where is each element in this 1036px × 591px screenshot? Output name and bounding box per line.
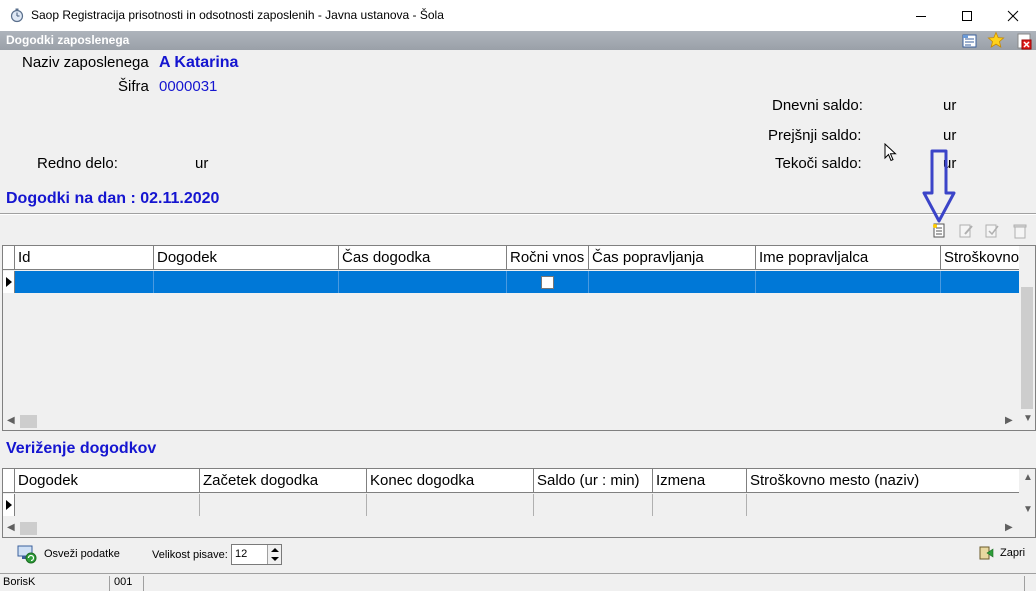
chain-vertical-scrollbar[interactable]: ▲ ▼ [1019,469,1035,519]
col-corrector-name[interactable]: Ime popravljalca [756,246,941,270]
status-code: 001 [111,576,144,591]
col-cost-center[interactable]: Stroškovno [941,246,1021,270]
daily-balance-unit: ur [943,97,957,114]
col-event-time[interactable]: Čas dogodka [339,246,507,270]
maximize-button[interactable] [944,0,990,31]
events-grid[interactable]: Id Dogodek Čas dogodka Ročni vnos Čas po… [2,245,1036,431]
app-icon [10,8,24,23]
col-manual-entry[interactable]: Ročni vnos [507,246,589,270]
minimize-icon [916,15,926,17]
col-event[interactable]: Dogodek [15,469,200,493]
window-title: Saop Registracija prisotnosti in odsotno… [31,8,444,22]
stepper-arrows-icon[interactable] [268,545,282,564]
regular-work-label: Redno delo: [37,155,118,172]
chain-grid-header: Dogodek Začetek dogodka Konec dogodka Sa… [3,469,1021,493]
col-end[interactable]: Konec dogodka [367,469,534,493]
row-indicator [3,494,15,516]
col-cost-center-name[interactable]: Stroškovno mesto (naziv) [747,469,1018,493]
close-button[interactable]: Zapri [978,545,1025,561]
previous-balance-label: Prejšnji saldo: [768,127,862,144]
delete-record-icon[interactable] [1011,222,1029,240]
col-start[interactable]: Začetek dogodka [200,469,367,493]
exit-door-icon [979,546,994,560]
manual-entry-checkbox[interactable] [541,275,554,289]
row-pointer-icon [5,500,12,510]
form-header: Dogodki zaposlenega [0,31,1036,50]
title-bar: Saop Registracija prisotnosti in odsotno… [0,0,1036,31]
close-window-button[interactable] [990,0,1036,31]
scroll-thumb[interactable] [20,522,37,535]
scroll-up-icon[interactable]: ▲ [1023,473,1033,483]
annotation-arrow-icon [922,149,956,223]
status-empty [145,576,1025,591]
scroll-thumb[interactable] [20,415,37,428]
favorite-star-icon[interactable] [987,31,1005,49]
divider [0,213,1036,215]
refresh-label: Osveži podatke [44,548,120,560]
minimize-button[interactable] [898,0,944,31]
col-event[interactable]: Dogodek [154,246,339,270]
font-size-stepper[interactable]: 12 [231,544,282,565]
regular-work-unit: ur [195,155,209,172]
scroll-left-icon[interactable]: ◀ [7,523,15,533]
employee-code-value: 0000031 [159,78,218,95]
events-vertical-scrollbar[interactable]: ▼ [1019,246,1035,430]
row-pointer-icon [5,277,12,287]
scroll-thumb[interactable] [1021,287,1033,409]
chain-section-title: Veriženje dogodkov [6,440,157,457]
col-balance[interactable]: Saldo (ur : min) [534,469,653,493]
chain-grid[interactable]: Dogodek Začetek dogodka Konec dogodka Sa… [2,468,1036,538]
scroll-right-icon[interactable]: ▶ [1005,523,1013,533]
chain-horizontal-scrollbar[interactable]: ◀ ▶ [3,520,1019,537]
status-bar: BorisK 001 [0,573,1036,591]
close-icon [1007,10,1019,21]
font-size-value[interactable]: 12 [235,548,247,560]
daily-balance-label: Dnevni saldo: [772,97,863,114]
scroll-left-icon[interactable]: ◀ [7,416,15,426]
employee-name-value: A Katarina [159,54,239,71]
current-balance-label: Tekoči saldo: [775,155,862,172]
status-user: BorisK [0,576,110,591]
employee-name-label: Naziv zaposlenega [22,54,149,71]
table-row[interactable] [3,271,1021,293]
confirm-record-icon[interactable] [983,222,1001,240]
events-section-title: Dogodki na dan : 02.11.2020 [6,190,220,207]
table-row[interactable] [3,494,1021,516]
refresh-icon [17,545,37,564]
employee-code-label: Šifra [118,78,149,95]
font-size-label: Velikost pisave: [152,549,228,561]
stepper-buttons[interactable] [267,545,281,564]
col-shift[interactable]: Izmena [653,469,747,493]
events-grid-header: Id Dogodek Čas dogodka Ročni vnos Čas po… [3,246,1021,270]
previous-balance-unit: ur [943,127,957,144]
edit-record-icon[interactable] [957,222,975,240]
close-form-icon[interactable] [1015,32,1033,50]
export-icon[interactable] [961,32,979,50]
close-label: Zapri [1000,547,1026,559]
scroll-down-icon[interactable]: ▼ [1023,414,1033,424]
refresh-button[interactable]: Osveži podatke [16,543,120,565]
form-title: Dogodki zaposlenega [6,33,130,47]
main-frame: Dogodki zaposlenega Naziv zaposlenega A … [0,31,1036,591]
mouse-cursor-icon [884,143,897,162]
scroll-right-icon[interactable]: ▶ [1005,416,1013,426]
events-horizontal-scrollbar[interactable]: ◀ ▶ [3,413,1019,430]
col-correction-time[interactable]: Čas popravljanja [589,246,756,270]
maximize-icon [962,10,972,21]
col-id[interactable]: Id [15,246,154,270]
row-indicator [3,271,15,293]
scroll-down-icon[interactable]: ▼ [1023,505,1033,515]
